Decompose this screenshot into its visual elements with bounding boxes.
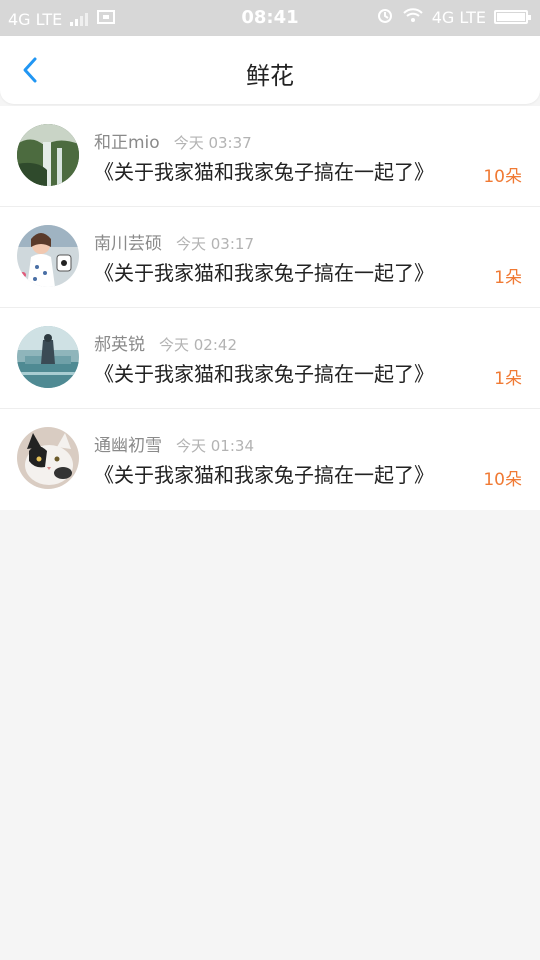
post-title[interactable]: 《关于我家猫和我家兔子搞在一起了》 xyxy=(94,257,434,286)
flower-count: 1朵 xyxy=(494,369,522,389)
flower-count: 1朵 xyxy=(494,268,522,288)
post-title[interactable]: 《关于我家猫和我家兔子搞在一起了》 xyxy=(94,358,434,387)
timestamp: 今天 03:17 xyxy=(176,235,254,253)
username[interactable]: 南川芸硕 xyxy=(94,229,162,254)
avatar[interactable] xyxy=(17,225,79,287)
timestamp: 今天 02:42 xyxy=(159,336,237,354)
avatar[interactable] xyxy=(17,124,79,186)
avatar[interactable] xyxy=(17,326,79,388)
flower-count: 10朵 xyxy=(483,167,522,187)
item-meta: 通幽初雪 今天 01:34 xyxy=(94,431,254,456)
app-header: 鲜花 xyxy=(0,36,540,104)
timestamp: 今天 01:34 xyxy=(176,437,254,455)
list-item[interactable]: 郝英锐 今天 02:42 《关于我家猫和我家兔子搞在一起了》 1朵 xyxy=(0,308,540,409)
list-item[interactable]: 通幽初雪 今天 01:34 《关于我家猫和我家兔子搞在一起了》 10朵 xyxy=(0,409,540,510)
post-title[interactable]: 《关于我家猫和我家兔子搞在一起了》 xyxy=(94,156,434,185)
list-item[interactable]: 南川芸硕 今天 03:17 《关于我家猫和我家兔子搞在一起了》 1朵 xyxy=(0,207,540,308)
status-right: 4G LTE xyxy=(376,6,531,28)
username[interactable]: 和正mio xyxy=(94,128,160,153)
timestamp: 今天 03:37 xyxy=(173,134,252,152)
username[interactable]: 郝英锐 xyxy=(94,330,145,355)
item-meta: 和正mio 今天 03:37 xyxy=(94,128,252,153)
item-meta: 南川芸硕 今天 03:17 xyxy=(94,229,254,254)
flower-count: 10朵 xyxy=(483,470,522,490)
item-meta: 郝英锐 今天 02:42 xyxy=(94,330,237,355)
flower-list: 和正mio 今天 03:37 《关于我家猫和我家兔子搞在一起了》 10朵 南川芸… xyxy=(0,106,540,510)
list-item[interactable]: 和正mio 今天 03:37 《关于我家猫和我家兔子搞在一起了》 10朵 xyxy=(0,106,540,207)
wifi-icon xyxy=(402,6,424,28)
alarm-icon xyxy=(376,6,394,28)
network-label-right: 4G LTE xyxy=(431,7,486,27)
username[interactable]: 通幽初雪 xyxy=(94,431,162,456)
battery-icon xyxy=(494,10,531,24)
avatar[interactable] xyxy=(17,427,79,489)
status-bar: 4G LTE 08:41 4G LTE xyxy=(0,0,540,36)
page-title: 鲜花 xyxy=(246,62,294,90)
post-title[interactable]: 《关于我家猫和我家兔子搞在一起了》 xyxy=(94,459,434,488)
